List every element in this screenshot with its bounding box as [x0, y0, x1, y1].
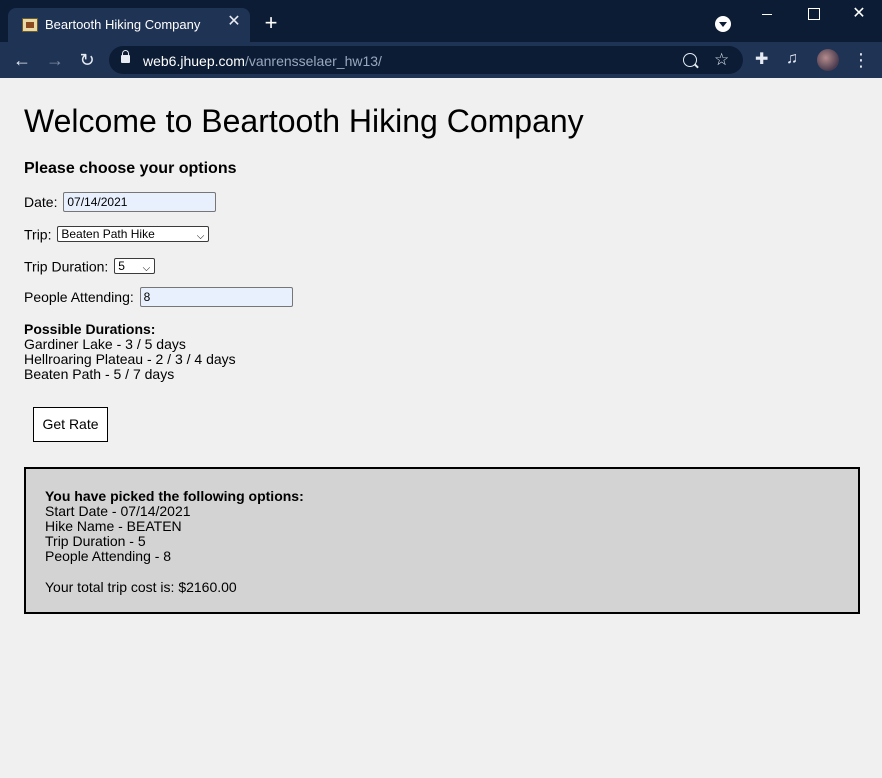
close-window-icon[interactable]: ✕: [837, 4, 881, 24]
forward-icon[interactable]: →: [45, 50, 65, 70]
result-line: People Attending - 8: [45, 548, 172, 564]
new-tab-icon[interactable]: +: [261, 12, 281, 34]
url-host: web6.jhuep.com: [143, 53, 245, 69]
result-panel: You have picked the following options: S…: [24, 467, 860, 614]
people-row: People Attending: 8: [24, 287, 293, 307]
chevron-down-icon: ⌵: [142, 263, 151, 275]
tab-title: Beartooth Hiking Company: [45, 17, 201, 32]
people-label: People Attending:: [24, 289, 134, 305]
url-path: /vanrensselaer_hw13/: [244, 53, 382, 69]
bookmark-star-icon[interactable]: ☆: [714, 50, 729, 70]
address-bar[interactable]: web6.jhuep.com/vanrensselaer_hw13/ ☆: [109, 46, 743, 74]
extensions-icon[interactable]: ✚: [755, 51, 768, 69]
trip-select-value: Beaten Path Hike: [61, 227, 155, 242]
duration-select-value: 5: [118, 259, 125, 274]
duration-select[interactable]: 5 ⌵: [114, 258, 156, 275]
reload-icon[interactable]: ↻: [77, 50, 97, 70]
duration-line: Hellroaring Plateau - 2 / 3 / 4 days: [24, 351, 236, 367]
duration-label: Trip Duration:: [24, 258, 109, 275]
chevron-down-icon: ⌵: [196, 231, 205, 243]
lock-icon: [121, 50, 130, 63]
browser-toolbar: ← → ↻ web6.jhuep.com/vanrensselaer_hw13/…: [0, 42, 882, 78]
duration-row: Trip Duration: 5 ⌵: [24, 257, 156, 275]
result-title: You have picked the following options:: [45, 488, 304, 504]
page-content: Welcome to Beartooth Hiking Company Plea…: [0, 78, 882, 778]
menu-icon[interactable]: ⋮: [852, 50, 870, 70]
minimize-icon[interactable]: [745, 4, 789, 24]
profile-avatar[interactable]: [817, 49, 839, 71]
total-cost: Your total trip cost is: $2160.00: [45, 579, 237, 595]
result-line: Start Date - 07/14/2021: [45, 503, 191, 519]
people-input[interactable]: 8: [139, 287, 293, 307]
browser-tab[interactable]: Beartooth Hiking Company ✕: [8, 8, 250, 42]
close-tab-icon[interactable]: ✕: [226, 14, 242, 30]
zoom-icon[interactable]: [683, 53, 697, 67]
media-control-icon[interactable]: ♫: [786, 50, 798, 68]
tab-search-icon[interactable]: [715, 16, 731, 32]
page-title: Welcome to Beartooth Hiking Company: [24, 103, 584, 139]
options-heading: Please choose your options: [24, 160, 237, 177]
favicon-icon: [22, 18, 38, 32]
durations-title: Possible Durations:: [24, 321, 156, 337]
result-line: Hike Name - BEATEN: [45, 518, 182, 534]
date-label: Date:: [24, 194, 58, 210]
result-line: Trip Duration - 5: [45, 533, 146, 549]
trip-label: Trip:: [24, 226, 52, 243]
duration-line: Gardiner Lake - 3 / 5 days: [24, 336, 186, 352]
get-rate-button[interactable]: Get Rate: [33, 407, 108, 442]
possible-durations: Possible Durations: Gardiner Lake - 3 / …: [24, 322, 236, 382]
duration-line: Beaten Path - 5 / 7 days: [24, 366, 175, 382]
back-icon[interactable]: ←: [12, 50, 32, 70]
url-text: web6.jhuep.com/vanrensselaer_hw13/: [143, 53, 382, 69]
browser-tab-bar: Beartooth Hiking Company ✕ + ✕: [0, 0, 882, 42]
date-input[interactable]: 07/14/2021: [63, 192, 217, 212]
trip-row: Trip: Beaten Path Hike ⌵: [24, 225, 210, 243]
trip-select[interactable]: Beaten Path Hike ⌵: [57, 226, 210, 243]
date-row: Date: 07/14/2021: [24, 192, 217, 212]
maximize-icon[interactable]: [791, 4, 835, 24]
result-summary: You have picked the following options: S…: [45, 489, 304, 564]
